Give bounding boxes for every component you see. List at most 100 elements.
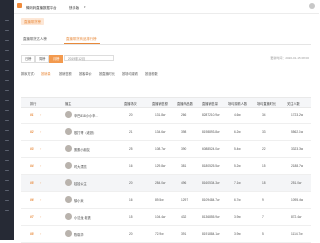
rank-up-icon: ↑ [40, 232, 42, 236]
sidebar-item-16[interactable] [5, 170, 9, 172]
cell-col1: 20 [129, 113, 133, 117]
col-revenue[interactable]: 直播销售额 [152, 101, 168, 106]
rank-number: 04 [30, 164, 34, 168]
col-sessions[interactable]: 直播场次 [124, 101, 137, 106]
cell-col7: 1723.2w [291, 113, 304, 117]
sidebar-item-1[interactable] [5, 20, 9, 22]
rank-number: 05 [30, 181, 34, 185]
active-tab-underline [64, 42, 100, 44]
col-streamer: 播主 [65, 102, 72, 106]
sidebar-item-20[interactable] [5, 210, 9, 212]
avatar[interactable] [65, 179, 72, 186]
avatar[interactable] [65, 213, 72, 220]
sort-by-price[interactable]: 按客单价 [79, 71, 92, 76]
sidebar-item-3[interactable] [5, 40, 9, 42]
cell-col6: 15 [262, 164, 266, 168]
breadcrumb[interactable]: 直播带货榜 [21, 18, 44, 25]
table-row[interactable]: 03 ↑ 蛋蛋小朋友 25 108.7w 390 6088524.0w 5.4w 22 3323.… [21, 141, 311, 158]
sidebar-item-14[interactable] [5, 150, 9, 152]
sidebar-item-9[interactable] [5, 100, 9, 102]
sort-by-sales[interactable]: 按销量 [41, 71, 51, 76]
cell-col7: 1114.7w [291, 232, 303, 236]
table-row[interactable]: 04 ↑ 时大漂亮 16 129.8w 381 8180525.5w 5.2w 15 2188.7… [21, 158, 311, 175]
user-avatar[interactable] [309, 3, 315, 9]
avatar[interactable] [65, 196, 72, 203]
col-avg-duration[interactable]: 场均直播时长 [257, 101, 276, 106]
sidebar-item-11[interactable] [5, 120, 9, 122]
table-row[interactable]: 02 ↑ 散打哥（老铁） 21 134.6w 398 8198893.8w 6.2w 33 556… [21, 124, 311, 141]
rank-number: 08 [30, 232, 34, 236]
update-time: 更新时间：2020-01-15 08:00 [270, 56, 309, 60]
sidebar-item-8[interactable] [5, 90, 9, 92]
app-logo-icon [17, 3, 22, 8]
table-row[interactable]: 06 ↑ 徐小米 16 89.5w 1297 8109484.7w 6.7w 9 1095.4w [21, 192, 311, 209]
sort-by-followers[interactable]: 按涨粉数 [145, 71, 158, 76]
sort-by-duration[interactable]: 按直播时长 [99, 71, 115, 76]
streamer-name[interactable]: 辛巴818小小辛… [74, 113, 98, 118]
streamer-name[interactable]: 娃娃公主 [74, 181, 87, 186]
week-rank-button[interactable]: 周榜 [35, 55, 50, 63]
streamer-name[interactable]: 散打哥（老铁） [74, 130, 96, 135]
col-sales[interactable]: 直播销售量 [202, 101, 218, 106]
cell-col3: 266 [181, 113, 187, 117]
sidebar-item-18[interactable] [5, 190, 9, 192]
cell-col4: 8160534.3w [202, 181, 220, 185]
sidebar-item-10[interactable] [5, 110, 9, 112]
streamer-name[interactable]: 时大漂亮 [74, 164, 87, 169]
cell-col2: 104.4w [155, 215, 166, 219]
cell-col4: 8180525.5w [202, 164, 220, 168]
table-row[interactable]: 08 ↑ 陈晓华 20 72.9w 391 8191884.1w 3.9w 5 1114.7w [21, 226, 311, 243]
rank-up-icon: ↑ [40, 164, 42, 168]
platform-switch[interactable]: 快手版 [69, 5, 79, 10]
avatar[interactable] [65, 162, 72, 169]
cell-col7: 251.0w [291, 181, 302, 185]
cell-col2: 134.6w [155, 130, 166, 134]
sort-by-views[interactable]: 按场均观看 [122, 71, 138, 76]
sidebar-item-4[interactable] [5, 50, 9, 52]
cell-col4: 6088524.0w [202, 147, 220, 151]
sidebar-item-12[interactable] [5, 130, 9, 132]
cell-col4: 8198893.8w [202, 130, 220, 134]
sort-by-revenue[interactable]: 按销售额 [59, 71, 72, 76]
day-rank-button[interactable]: 日榜 [21, 55, 36, 63]
rank-number: 01 [30, 113, 34, 117]
sidebar-item-15[interactable] [5, 160, 9, 162]
month-rank-button[interactable]: 月榜 [49, 55, 64, 63]
col-followers[interactable]: 关注人数 [287, 101, 300, 106]
sidebar-item-2[interactable] [5, 30, 9, 32]
col-product-count[interactable]: 直播商品数 [177, 101, 193, 106]
cell-col1: 20 [129, 232, 133, 236]
cell-col2: 131.8w [155, 113, 166, 117]
sidebar-item-13[interactable] [5, 140, 9, 142]
tab-product-rank[interactable]: 直播带货商品排行榜 [66, 36, 97, 41]
cell-col3: 390 [181, 147, 187, 151]
rank-number: 06 [30, 198, 34, 202]
sidebar-item-19[interactable] [5, 200, 9, 202]
table-row[interactable]: 05 ↑ 娃娃公主 20 284.0w 496 8160534.3w 7.1w 18 251.0w [21, 175, 311, 192]
chevron-down-icon[interactable]: ▾ [84, 5, 86, 9]
cell-col6: 33 [262, 130, 266, 134]
tab-streamer-rank[interactable]: 直播带货达人榜 [23, 36, 47, 41]
sidebar-item-5[interactable] [5, 60, 9, 62]
date-picker[interactable]: 2019年12月 [64, 55, 114, 61]
streamer-name[interactable]: 陈晓华 [74, 232, 84, 237]
rank-number: 03 [30, 147, 34, 151]
avatar[interactable] [65, 128, 72, 135]
cell-col2: 72.9w [155, 232, 164, 236]
sidebar-item-7[interactable] [5, 80, 9, 82]
avatar[interactable] [65, 230, 72, 237]
cell-col5: 5.4w [234, 147, 241, 151]
table-row[interactable]: 01 ↑ 辛巴818小小辛… 20 131.8w 266 8287210.9w 4.6w 34 1… [21, 107, 311, 124]
cell-col6: 7 [262, 215, 264, 219]
cell-col4: 8136855.9w [202, 215, 220, 219]
streamer-name[interactable]: 徐小米 [74, 198, 84, 203]
col-avg-views[interactable]: 场均观看人数 [228, 101, 247, 106]
streamer-name[interactable]: 蛋蛋小朋友 [74, 147, 90, 152]
cell-col7: 1095.4w [291, 198, 304, 202]
avatar[interactable] [65, 145, 72, 152]
avatar[interactable] [65, 111, 72, 118]
streamer-name[interactable]: 小沈龙 老铁 [74, 215, 91, 220]
table-row[interactable]: 07 ↑ 小沈龙 老铁 15 104.4w 432 8136855.9w 3.9w 7 872.4… [21, 209, 311, 226]
sidebar-item-6[interactable] [5, 70, 9, 72]
sidebar-item-17[interactable] [5, 180, 9, 182]
